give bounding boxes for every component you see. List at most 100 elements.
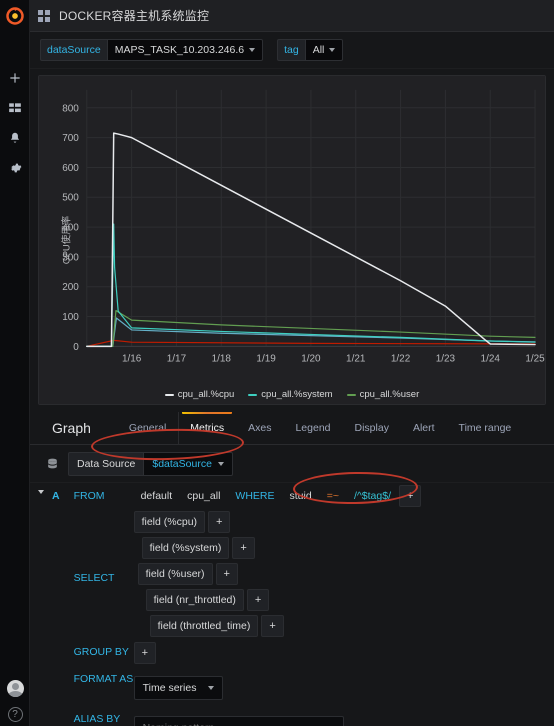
datasource-value: $dataSource [152,457,212,470]
chevron-down-icon [249,48,256,52]
variable-datasource-select[interactable]: MAPS_TASK_10.203.246.6 [106,39,264,61]
tab-general[interactable]: General [117,412,178,444]
svg-text:500: 500 [62,193,79,204]
plus-icon [9,73,20,83]
sidebar-item-configuration[interactable] [0,153,30,183]
tab-time-range[interactable]: Time range [447,412,524,444]
svg-text:1/20: 1/20 [301,353,321,364]
tab-alert[interactable]: Alert [401,412,447,444]
segment-measurement[interactable]: cpu_all [180,485,227,507]
add-where-condition-button[interactable]: + [399,485,422,507]
legend-item[interactable]: cpu_all.%system [248,389,333,400]
add-groupby-button[interactable]: + [133,642,157,664]
query-groupby-label: GROUP BY [73,646,129,658]
query-editor: A FROM default cpu_all WHERE stuid =~ /^… [30,483,554,726]
segment-retention-policy[interactable]: default [134,485,180,507]
variable-datasource-label: dataSource [40,39,107,61]
dashboard-title: DOCKER容器主机系统监控 [59,9,210,23]
segment-where-operator[interactable]: =~ [320,485,346,507]
query-collapse-toggle[interactable] [30,483,52,494]
variable-tag: tag All [277,39,344,61]
svg-text:1/23: 1/23 [436,353,456,364]
dashboards-icon [8,103,21,113]
grafana-app: ? DOCKER容器主机系统监控 dataSource MAPS_TASK_10… [0,0,554,726]
add-select-part-button[interactable]: + [261,615,284,637]
query-select-label: SELECT [73,571,115,584]
panel-editor: Graph General Metrics Axes Legend Display Ale… [30,411,554,726]
segment-where-label: WHERE [235,490,275,502]
legend-color-swatch [164,393,174,396]
main-content: DOCKER容器主机系统监控 dataSource MAPS_TASK_10.2… [30,0,554,726]
chevron-down-icon [208,686,215,690]
svg-text:1/21: 1/21 [346,353,366,364]
add-select-part-button[interactable]: + [208,511,231,533]
editor-tabbar: Graph General Metrics Axes Legend Display Ale… [30,411,554,445]
dashboard-squares-icon [38,9,51,22]
svg-text:700: 700 [62,133,79,144]
graph-legend: cpu_all.%cpu cpu_all.%system cpu_all.%user [39,389,545,400]
variable-tag-select[interactable]: All [304,39,344,61]
sidebar-bottom: ? [0,680,30,722]
legend-color-swatch [346,393,356,396]
svg-text:1/18: 1/18 [212,353,232,364]
sidebar-item-create[interactable] [0,63,30,93]
user-avatar[interactable] [6,680,24,697]
chevron-down-icon [329,48,336,52]
add-select-part-button[interactable]: + [215,563,238,585]
query-from-segments: default cpu_all WHERE stuid =~ /^$tag$/ … [134,483,422,507]
svg-text:100: 100 [62,312,79,323]
tab-display[interactable]: Display [343,412,401,444]
grafana-logo-icon[interactable] [4,5,26,27]
add-select-part-button[interactable]: + [232,537,255,559]
legend-label: cpu_all.%user [359,389,420,400]
formatas-controls: Time series [133,673,224,703]
legend-item[interactable]: cpu_all.%user [346,389,420,400]
select-field-row: field (%system) + [134,535,284,561]
legend-label: cpu_all.%system [261,389,333,400]
svg-text:200: 200 [62,282,79,293]
add-select-part-button[interactable]: + [246,589,270,611]
sidebar: ? [0,0,30,726]
bell-icon [10,132,19,143]
sidebar-item-dashboards[interactable] [0,93,30,123]
datasource-label: Data Source [68,451,144,476]
svg-text:1/19: 1/19 [256,353,276,364]
variable-datasource: dataSource MAPS_TASK_10.203.246.6 [40,39,264,61]
database-icon [46,457,59,470]
segment-where-key[interactable]: stuid [283,485,319,507]
aliasby-controls [133,713,344,726]
svg-text:1/16: 1/16 [122,353,142,364]
query-select-row: A SELECT field (%cpu)+field (%system)+fi… [30,509,554,639]
query-from-label: FROM [73,490,105,502]
format-as-value: Time series [142,682,197,694]
sidebar-item-alerting[interactable] [0,123,30,153]
segment-where-value[interactable]: /^$tag$/ [347,485,398,507]
select-field-row: field (nr_throttled) + [134,587,284,613]
top-navbar: DOCKER容器主机系统监控 [30,0,554,32]
datasource-select[interactable]: $dataSource [143,451,233,476]
svg-text:0: 0 [73,342,79,353]
graph-plot-area: 0 100 200 300 400 500 600 700 800 1/16 1/17 1/18 1/1… [39,76,545,404]
query-formatas-label: FORMAT AS [73,673,134,685]
graph-panel[interactable]: 0 100 200 300 400 500 600 700 800 1/16 1/17 1/18 1/1… [38,75,546,405]
datasource-row: Data Source $dataSource [30,445,554,483]
select-field-chip[interactable]: field (%user) [137,563,213,585]
tab-axes[interactable]: Axes [236,412,283,444]
select-field-chip[interactable]: field (%system) [141,537,230,559]
select-field-chip[interactable]: field (%cpu) [133,511,206,533]
select-field-row: field (throttled_time) + [134,613,284,639]
tab-legend[interactable]: Legend [283,412,342,444]
select-field-row: field (%user) + [134,561,284,587]
help-icon[interactable]: ? [7,707,23,722]
legend-item[interactable]: cpu_all.%cpu [164,389,234,400]
select-field-row: field (%cpu) + [133,509,284,535]
select-field-chip[interactable]: field (nr_throttled) [145,589,244,611]
select-field-chip[interactable]: field (throttled_time) [149,615,259,637]
tab-metrics[interactable]: Metrics [178,411,236,445]
alias-by-input[interactable] [133,716,344,726]
query-formatas-row: A FORMAT AS Time series [30,673,554,703]
format-as-select[interactable]: Time series [133,676,224,700]
legend-color-swatch [248,393,258,396]
graph-svg: 01002003004005006007008001/16 1/17 1/18 1/1… [39,76,545,404]
variable-datasource-value: MAPS_TASK_10.203.246.6 [114,44,245,56]
